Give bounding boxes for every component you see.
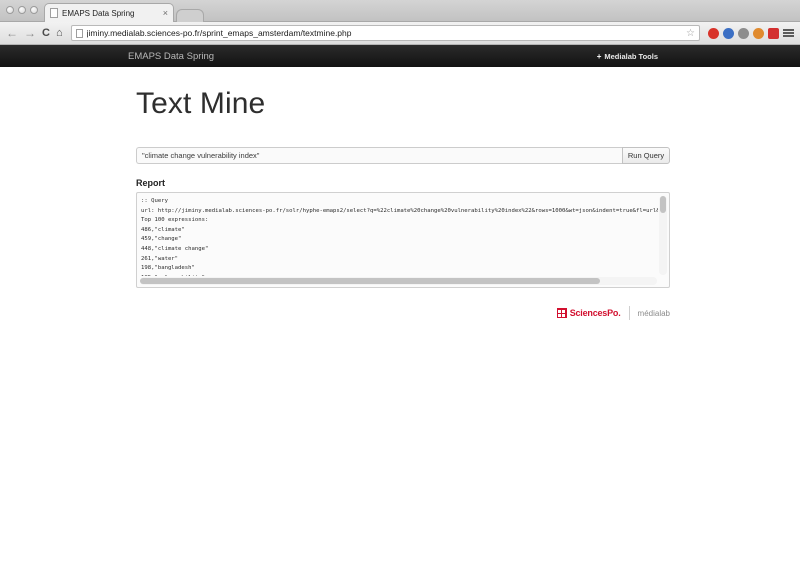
window-controls[interactable] [6, 6, 38, 14]
new-tab-button[interactable] [176, 9, 204, 22]
browser-chrome: EMAPS Data Spring × ← → C ⌂ jiminy.media… [0, 0, 800, 45]
medialab-logo-label[interactable]: médialab [638, 309, 670, 318]
medialab-tools-label: Medialab Tools [604, 51, 658, 61]
share-extension-icon[interactable] [738, 27, 749, 39]
extension-icons [708, 27, 794, 39]
home-icon[interactable]: ⌂ [56, 27, 63, 39]
browser-tab[interactable]: EMAPS Data Spring × [44, 3, 174, 22]
report-vertical-scroll-thumb[interactable] [660, 196, 666, 213]
orange-extension-icon[interactable] [753, 27, 764, 39]
report-output-box[interactable]: :: Query url: http://jiminy.medialab.sci… [136, 192, 670, 288]
run-query-button[interactable]: Run Query [622, 147, 670, 164]
back-button[interactable]: ← [6, 27, 18, 39]
page-footer: SciencesPo. médialab [136, 306, 670, 320]
tab-close-icon[interactable]: × [163, 8, 168, 18]
navbar-brand[interactable]: EMAPS Data Spring [128, 51, 214, 62]
stop-extension-icon[interactable] [768, 27, 779, 39]
medialab-tools-menu[interactable]: + Medialab Tools [597, 52, 778, 61]
sciencespo-label: SciencesPo. [569, 308, 621, 318]
minimize-window-button[interactable] [18, 6, 26, 14]
tab-favicon-icon [50, 8, 58, 18]
report-heading: Report [136, 178, 165, 188]
plus-icon: + [596, 51, 602, 61]
report-vertical-scrollbar[interactable] [659, 196, 667, 275]
record-extension-icon[interactable] [708, 27, 719, 39]
lock-extension-icon[interactable] [723, 27, 734, 39]
page-viewport: EMAPS Data Spring + Medialab Tools Text … [0, 45, 800, 566]
report-horizontal-scroll-thumb[interactable] [140, 278, 601, 284]
query-input[interactable] [136, 147, 622, 164]
browser-menu-icon[interactable] [783, 28, 794, 39]
url-text: jiminy.medialab.sciences-po.fr/sprint_em… [86, 28, 352, 38]
bookmark-star-icon[interactable]: ☆ [686, 28, 695, 39]
page-title: Text Mine [136, 87, 266, 120]
sciencespo-logo[interactable]: SciencesPo. [556, 308, 621, 318]
forward-button[interactable]: → [24, 27, 36, 39]
page-info-icon [75, 28, 83, 38]
tab-strip: EMAPS Data Spring × [0, 0, 800, 22]
sciencespo-mark-icon [556, 308, 567, 318]
browser-toolbar: ← → C ⌂ jiminy.medialab.sciences-po.fr/s… [0, 22, 800, 45]
report-scroll-content: :: Query url: http://jiminy.medialab.sci… [141, 197, 658, 276]
report-text: :: Query url: http://jiminy.medialab.sci… [141, 198, 658, 276]
tab-title: EMAPS Data Spring [62, 8, 135, 18]
maximize-window-button[interactable] [30, 6, 38, 14]
address-bar[interactable]: jiminy.medialab.sciences-po.fr/sprint_em… [70, 25, 700, 41]
footer-divider [628, 306, 630, 320]
site-navbar: EMAPS Data Spring + Medialab Tools [0, 45, 800, 67]
query-form: Run Query [136, 147, 670, 164]
close-window-button[interactable] [6, 6, 14, 14]
reload-icon[interactable]: C [42, 27, 50, 39]
page-container: Text Mine Run Query Report :: Query url:… [0, 87, 800, 288]
report-horizontal-scrollbar[interactable] [140, 277, 657, 285]
